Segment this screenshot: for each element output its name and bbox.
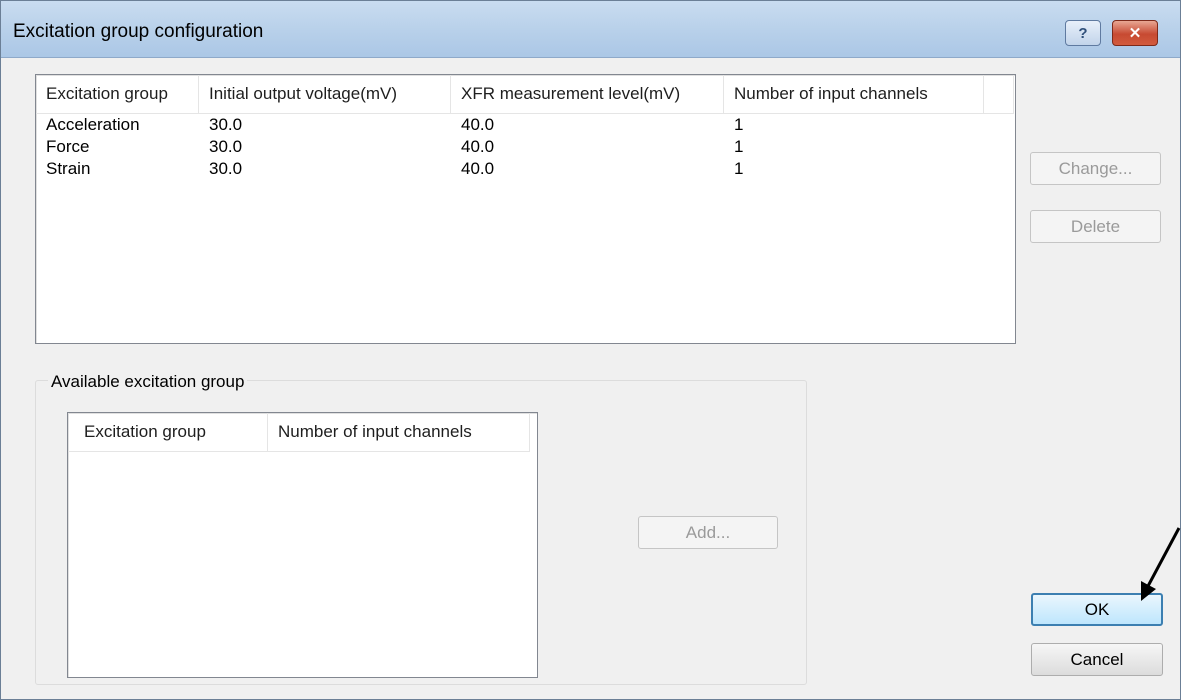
dialog-window: Excitation group configuration ? ✕ Excit… — [0, 0, 1181, 700]
add-button[interactable]: Add... — [638, 516, 778, 549]
table-row[interactable]: Acceleration 30.0 40.0 1 — [36, 114, 984, 136]
table-cell: 40.0 — [461, 137, 495, 156]
window-title: Excitation group configuration — [13, 21, 264, 42]
close-icon: ✕ — [1128, 25, 1142, 42]
table-body: Acceleration 30.0 40.0 1 Force 30.0 40.0… — [36, 114, 984, 180]
excitation-groups-table[interactable]: Excitation group Initial output voltage(… — [35, 74, 1016, 344]
table-cell: 30.0 — [209, 137, 243, 156]
table-cell: 30.0 — [209, 159, 243, 178]
available-groups-table[interactable]: Excitation group Number of input channel… — [67, 412, 538, 678]
column-header[interactable]: Excitation group — [68, 413, 268, 451]
table-cell: 40.0 — [461, 115, 495, 134]
table-cell: Acceleration — [46, 115, 140, 134]
table-row[interactable]: Force 30.0 40.0 1 — [36, 136, 984, 158]
column-header[interactable]: Excitation group — [36, 75, 199, 113]
table-header: Excitation group Initial output voltage(… — [36, 75, 1014, 114]
available-group-label: Available excitation group — [48, 372, 248, 392]
help-button[interactable]: ? — [1065, 20, 1101, 46]
column-header[interactable]: Number of input channels — [724, 75, 984, 113]
delete-button[interactable]: Delete — [1030, 210, 1161, 243]
table-cell: 30.0 — [209, 115, 243, 134]
table-cell: 1 — [734, 159, 744, 178]
table-cell: Strain — [46, 159, 91, 178]
table-cell: 1 — [734, 137, 744, 156]
dialog-client-area: Excitation group Initial output voltage(… — [11, 58, 1171, 690]
table-cell: 1 — [734, 115, 744, 134]
table-cell: Force — [46, 137, 90, 156]
column-header-filler — [984, 75, 1014, 113]
title-bar[interactable]: Excitation group configuration ? ✕ — [1, 1, 1180, 58]
change-button[interactable]: Change... — [1030, 152, 1161, 185]
table-cell: 40.0 — [461, 159, 495, 178]
annotation-arrow-icon — [1141, 527, 1181, 601]
close-button[interactable]: ✕ — [1112, 20, 1158, 46]
help-icon: ? — [1078, 24, 1088, 42]
column-header[interactable]: Number of input channels — [268, 413, 530, 451]
table-row[interactable]: Strain 30.0 40.0 1 — [36, 158, 984, 180]
table-header: Excitation group Number of input channel… — [68, 413, 530, 452]
cancel-button[interactable]: Cancel — [1031, 643, 1163, 676]
column-header[interactable]: XFR measurement level(mV) — [451, 75, 724, 113]
column-header[interactable]: Initial output voltage(mV) — [199, 75, 451, 113]
